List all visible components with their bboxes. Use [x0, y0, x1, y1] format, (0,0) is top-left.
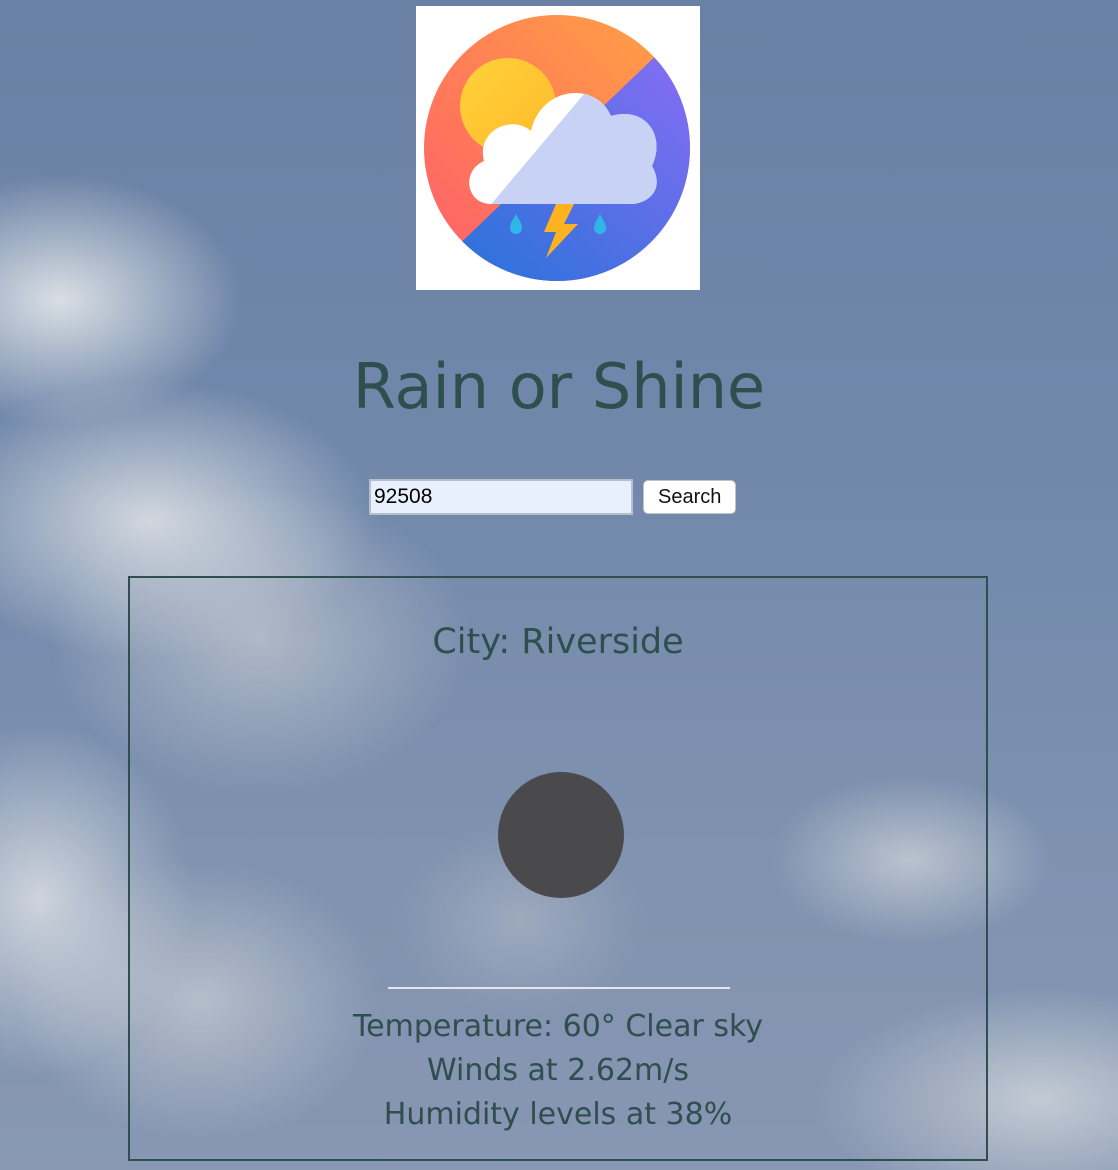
search-button[interactable]: Search: [643, 480, 737, 514]
divider: [388, 987, 730, 989]
app-logo: [416, 6, 700, 290]
zip-search-input[interactable]: [369, 479, 633, 515]
weather-result-card: City: Riverside Temperature: 60° Clear s…: [128, 576, 988, 1161]
search-form: Search: [369, 478, 737, 516]
humidity-text: Humidity levels at 38%: [383, 1097, 733, 1132]
page-title: Rain or Shine: [352, 350, 766, 423]
clear-sky-icon: [498, 772, 624, 898]
temperature-text: Temperature: 60° Clear sky: [352, 1009, 764, 1044]
wind-text: Winds at 2.62m/s: [426, 1053, 689, 1088]
weather-cloud-sun-storm-icon: [424, 15, 690, 281]
city-heading: City: Riverside: [432, 622, 684, 662]
